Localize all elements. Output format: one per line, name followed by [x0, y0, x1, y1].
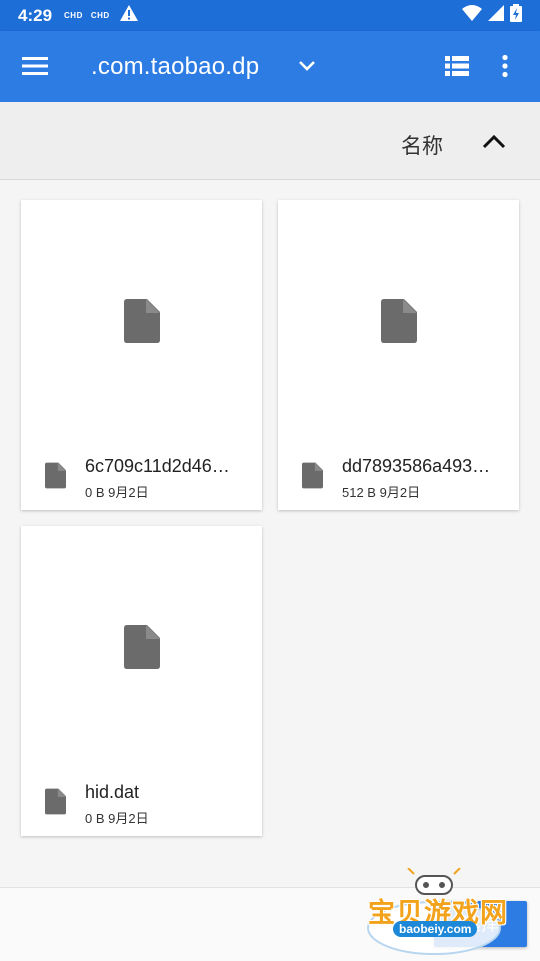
file-card[interactable]: 6c709c11d2d46… 0 B 9月2日: [21, 200, 262, 510]
chevron-up-icon[interactable]: [481, 130, 507, 159]
more-vert-icon[interactable]: [500, 54, 510, 83]
sort-by-name-label[interactable]: 名称: [401, 130, 443, 160]
wifi-icon: [462, 5, 482, 26]
hamburger-menu-icon[interactable]: [22, 54, 48, 78]
file-name: 6c709c11d2d46…: [85, 456, 230, 476]
list-view-icon[interactable]: [445, 55, 469, 82]
app-bar: .com.taobao.dp: [0, 31, 540, 102]
file-card[interactable]: dd7893586a493… 512 B 9月2日: [278, 200, 519, 510]
carrier-label-2: CHD: [90, 11, 110, 20]
file-icon: [381, 299, 417, 348]
file-name: dd7893586a493…: [342, 456, 491, 476]
carrier-label-1: CHD: [64, 11, 83, 20]
file-card[interactable]: hid.dat 0 B 9月2日: [21, 526, 262, 836]
file-icon: [45, 788, 66, 820]
file-meta: 0 B 9月2日: [85, 482, 149, 501]
status-time: 4:29: [18, 5, 53, 25]
file-name: hid.dat: [85, 782, 140, 802]
sort-bar: 名称: [0, 102, 540, 180]
file-date: 9月2日: [108, 811, 149, 826]
signal-icon: [488, 5, 504, 26]
file-date: 9月2日: [379, 485, 421, 500]
directory-title[interactable]: .com.taobao.dp: [91, 53, 259, 81]
file-size: 0 B: [85, 485, 105, 500]
status-bar: 4:29 CHD CHD: [0, 0, 540, 31]
watermark-url: baobeiy.com: [393, 921, 478, 937]
chevron-down-icon[interactable]: [296, 55, 318, 82]
file-icon: [302, 462, 323, 494]
file-size: 512 B: [342, 485, 376, 500]
file-meta: 512 B 9月2日: [342, 482, 420, 501]
file-date: 9月2日: [108, 485, 149, 500]
warning-icon: [119, 5, 138, 26]
file-meta: 0 B 9月2日: [85, 808, 149, 827]
file-icon: [45, 462, 66, 494]
file-icon: [124, 299, 160, 348]
file-icon: [124, 625, 160, 674]
file-size: 0 B: [85, 811, 105, 826]
battery-icon: [510, 4, 522, 27]
